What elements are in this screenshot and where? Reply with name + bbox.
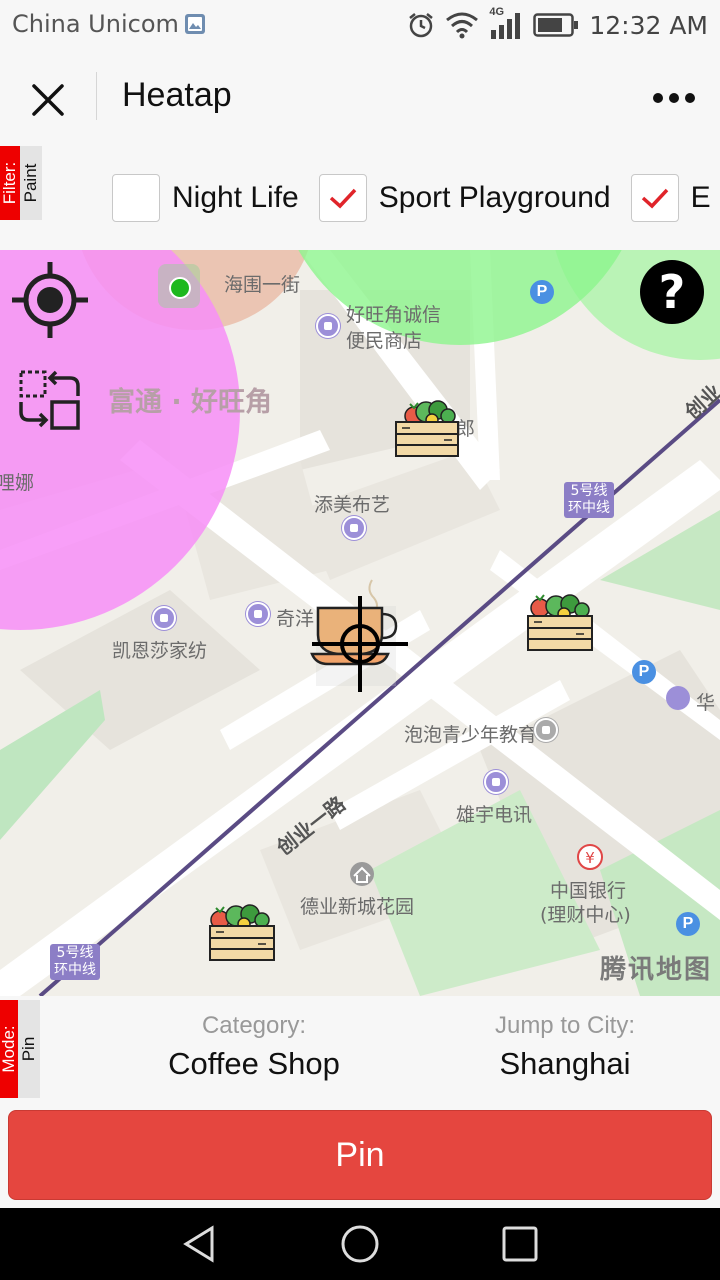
- category-label: Category:: [201, 1012, 307, 1039]
- metro-badge: 5号线 环中线: [564, 482, 614, 518]
- crosshair-icon: [312, 596, 408, 692]
- city-value: Shanghai: [499, 1046, 631, 1081]
- poi-shop-icon: [484, 770, 508, 794]
- poi-shop-icon: [152, 606, 176, 630]
- title-bar: Heatap: [0, 50, 720, 146]
- category-selector[interactable]: Category: Coffee Shop: [150, 1012, 358, 1082]
- locate-icon[interactable]: [10, 260, 90, 340]
- check-icon: [641, 188, 668, 209]
- map-label-bank: (理财中心): [540, 904, 631, 926]
- map-label-shop: 添美布艺: [314, 494, 391, 516]
- vegetable-crate-icon[interactable]: [526, 584, 596, 654]
- map-watermark: 腾讯地图: [599, 955, 712, 985]
- page-title: Heatap: [122, 76, 232, 114]
- filter-mode-tag[interactable]: Filter: Paint: [0, 146, 42, 220]
- poi-shop-icon: [316, 314, 340, 338]
- metro-line-name: 环中线: [54, 962, 96, 978]
- map-label-edu: 泡泡青少年教育: [404, 724, 538, 746]
- parking-icon: P: [530, 280, 554, 304]
- vegetable-crate-icon[interactable]: [208, 894, 278, 964]
- map-label-shop: 凯恩莎家纺: [112, 640, 208, 662]
- map-view[interactable]: ¥ 海围一街 好旺角诚信 便民商店 富通 · 好旺角 哩娜 郎 添美布艺 奇洋 …: [0, 250, 720, 996]
- map-label-street: 海围一街: [224, 274, 301, 296]
- poi-school-icon: [534, 718, 558, 742]
- city-selector[interactable]: Jump to City: Shanghai: [470, 1012, 660, 1082]
- system-nav-bar: [0, 1208, 720, 1280]
- checkbox-sport-playground[interactable]: [318, 174, 367, 222]
- mode-tag-label: Mode:: [0, 1025, 18, 1073]
- filter-label: Night Life: [172, 181, 299, 214]
- map-label-store: 便民商店: [346, 330, 423, 352]
- back-icon[interactable]: [178, 1222, 222, 1266]
- poi-shop-icon: [342, 516, 366, 540]
- city-label: Jump to City:: [494, 1012, 636, 1039]
- map-label-edge: 哩娜: [0, 472, 35, 494]
- checkbox-e[interactable]: [630, 174, 679, 222]
- filter-list: Night Life Sport Playground E: [112, 174, 720, 222]
- map-label-shop: 华: [696, 692, 716, 714]
- map-label-area: 富通 · 好旺角: [108, 387, 273, 418]
- wifi-icon: [446, 12, 479, 39]
- filter-night-life[interactable]: Night Life: [112, 174, 299, 222]
- clock: 12:32 AM: [589, 10, 708, 40]
- vegetable-crate-icon[interactable]: [392, 390, 462, 460]
- image-icon: [185, 14, 205, 34]
- poi-shop-icon: [246, 602, 270, 626]
- map-label-store: 好旺角诚信: [346, 304, 442, 326]
- signal-icon: 4G: [489, 6, 523, 40]
- status-bar: China Unicom 4G 12:32 AM: [0, 0, 720, 50]
- filter-tag-value: Paint: [21, 163, 40, 203]
- parking-icon: P: [676, 912, 700, 936]
- map-label-bank: 中国银行: [550, 880, 627, 902]
- swap-select-icon[interactable]: [16, 368, 84, 432]
- filter-sport-playground[interactable]: Sport Playground: [318, 174, 611, 222]
- map-label-garden: 德业新城花园: [300, 896, 415, 918]
- metro-badge: 5号线 环中线: [50, 944, 100, 980]
- close-icon[interactable]: [24, 76, 72, 124]
- battery-icon: [533, 13, 579, 37]
- carrier-name: China Unicom: [12, 10, 179, 38]
- title-divider: [96, 72, 97, 120]
- mode-tag-value: Pin: [19, 1036, 38, 1062]
- category-value: Coffee Shop: [168, 1046, 340, 1081]
- map-label-shop: 奇洋: [276, 608, 315, 630]
- filter-item-e[interactable]: E: [630, 174, 711, 222]
- parking-icon: P: [632, 660, 656, 684]
- mode-tag[interactable]: Mode: Pin: [0, 1000, 42, 1098]
- filter-label: Sport Playground: [378, 181, 611, 214]
- pin-button[interactable]: Pin: [8, 1110, 712, 1200]
- filter-tag-label: Filter:: [0, 161, 19, 205]
- map-label-telecom: 雄宇电讯: [456, 804, 533, 826]
- home-icon[interactable]: [338, 1222, 382, 1266]
- svg-text:¥: ¥: [585, 849, 595, 867]
- metro-line-name: 环中线: [568, 500, 610, 516]
- more-icon[interactable]: [648, 78, 700, 118]
- bottom-panel: Mode: Pin Category: Coffee Shop Jump to …: [0, 996, 720, 1208]
- checkbox-night-life[interactable]: [112, 174, 160, 222]
- filter-bar: Filter: Paint Night Life Sport Playgroun…: [0, 146, 720, 250]
- recents-icon[interactable]: [498, 1222, 542, 1266]
- help-icon[interactable]: ?: [640, 260, 704, 324]
- alarm-icon: [409, 13, 434, 38]
- check-icon: [329, 188, 357, 209]
- metro-line-name: 5号线: [570, 483, 608, 499]
- filter-label: E: [690, 181, 711, 214]
- metro-line-name: 5号线: [56, 945, 94, 961]
